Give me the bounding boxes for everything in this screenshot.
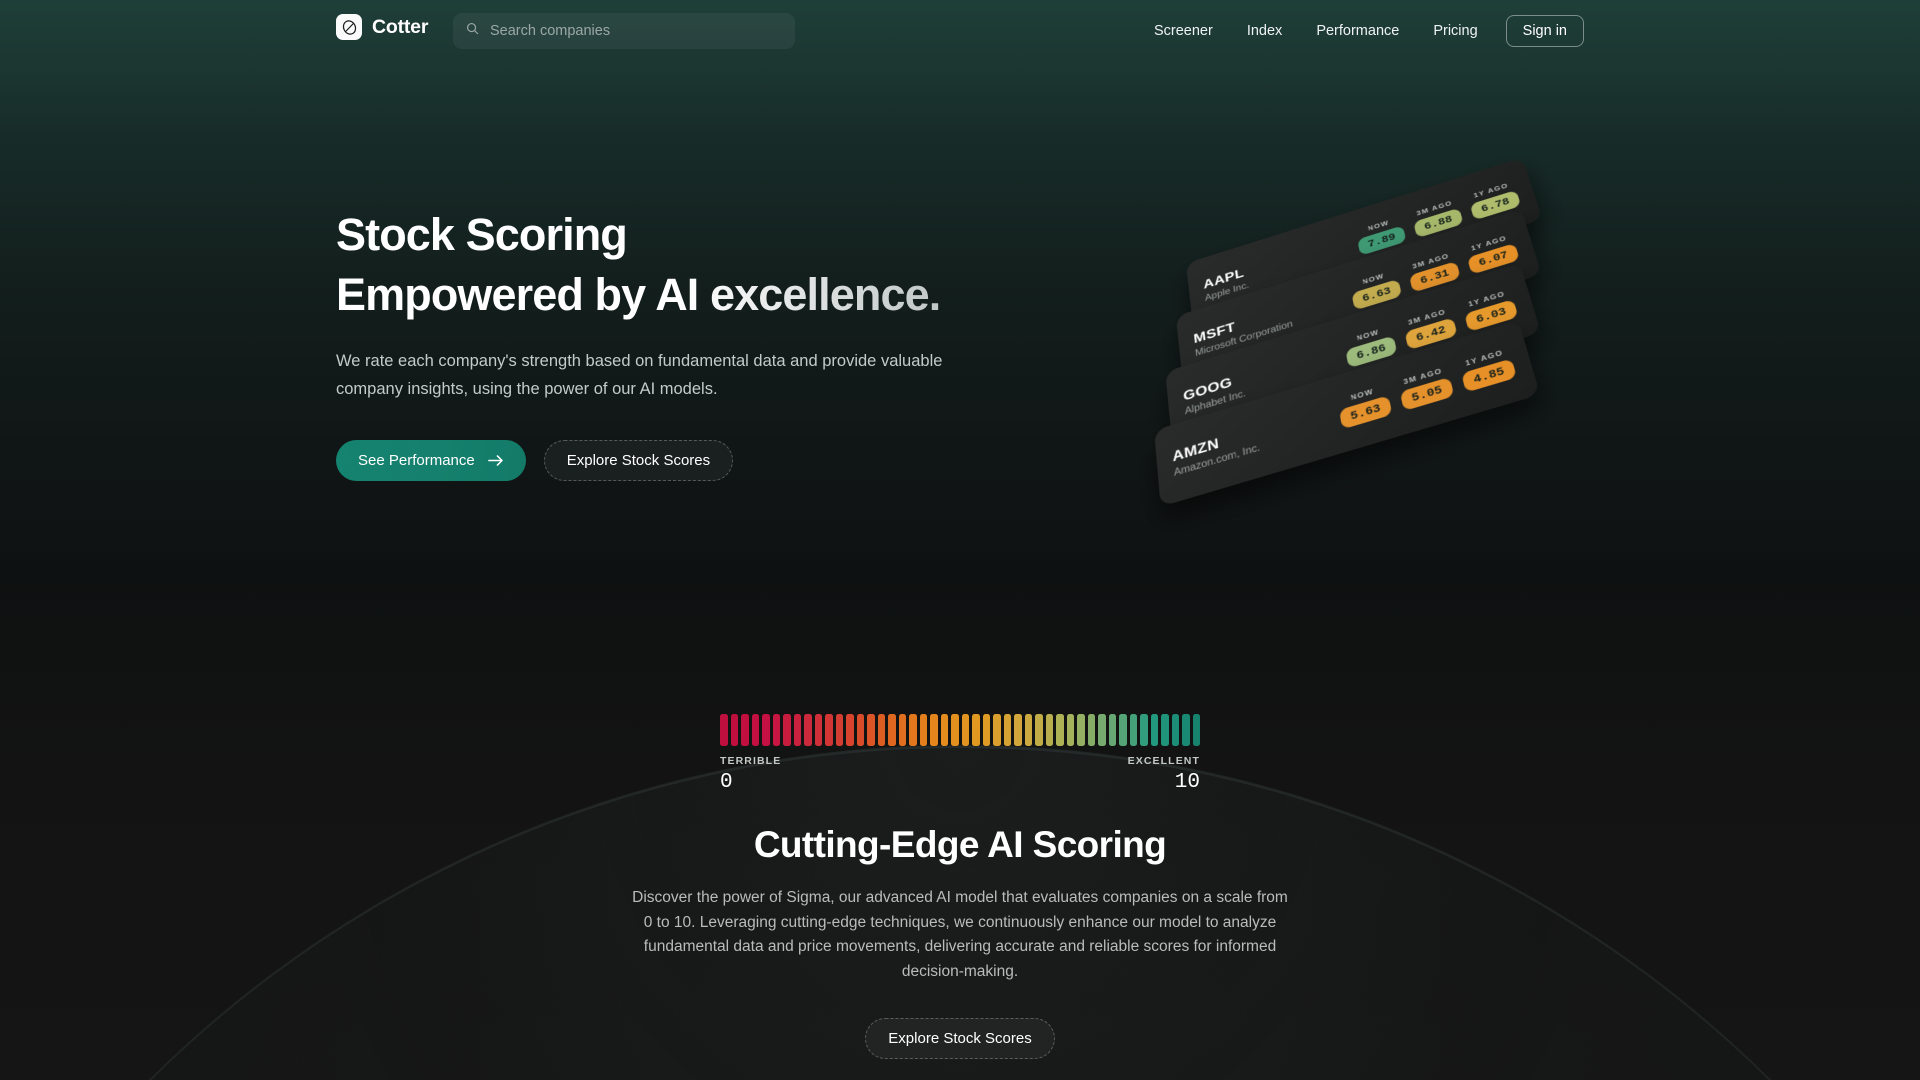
score-scale-labels: TERRIBLE EXCELLENT bbox=[720, 755, 1200, 767]
scale-bar-segment bbox=[804, 714, 812, 746]
scale-bar-segment bbox=[919, 714, 927, 746]
search-input[interactable] bbox=[490, 23, 783, 39]
scale-bar-segment bbox=[1045, 714, 1053, 746]
arrow-right-icon bbox=[487, 454, 504, 467]
scale-bar-segment bbox=[793, 714, 801, 746]
card-score-pill: 5.63 bbox=[1338, 395, 1393, 430]
scale-bar-segment bbox=[762, 714, 770, 746]
explore-stock-scores-button-hero[interactable]: Explore Stock Scores bbox=[543, 440, 734, 481]
stock-score-card-stack: AAPL Apple Inc. NOW 7.89 3M AGO 6.88 1Y AGO 6.7… bbox=[1154, 157, 1640, 507]
scale-bar-segment bbox=[720, 714, 728, 746]
scale-bar-segment bbox=[1066, 714, 1074, 746]
explore-stock-scores-button-section[interactable]: Explore Stock Scores bbox=[865, 1018, 1055, 1059]
cotter-mark-icon bbox=[336, 14, 362, 40]
scale-bar-segment bbox=[1035, 714, 1043, 746]
scale-bar-segment bbox=[877, 714, 885, 746]
section-heading: Cutting-Edge AI Scoring bbox=[753, 824, 1167, 865]
scale-bar-segment bbox=[951, 714, 959, 746]
scale-bar-segment bbox=[909, 714, 917, 746]
scale-bar-segment bbox=[898, 714, 906, 746]
nav-links: Screener Index Performance Pricing Sign … bbox=[1137, 13, 1584, 49]
top-navigation-bar: Cotter Screener Index Performance Pricin… bbox=[0, 0, 1920, 64]
scale-bar-segment bbox=[930, 714, 938, 746]
scale-bar-segment bbox=[783, 714, 791, 746]
score-scale: TERRIBLE EXCELLENT 0 10 bbox=[720, 714, 1200, 794]
card-score-pill: 5.05 bbox=[1399, 376, 1455, 412]
landing-page: Cotter Screener Index Performance Pricin… bbox=[0, 0, 1920, 1080]
scale-bar-segment bbox=[1108, 714, 1116, 746]
card-metric: NOW 6.63 bbox=[1349, 268, 1403, 311]
hero-subtitle: We rate each company's strength based on… bbox=[336, 352, 943, 398]
scale-bar-segment bbox=[730, 714, 738, 746]
scale-bar-segment bbox=[835, 714, 843, 746]
card-metric: NOW 6.86 bbox=[1343, 324, 1398, 369]
search-box[interactable] bbox=[453, 13, 795, 49]
nav-link-pricing[interactable]: Pricing bbox=[1416, 13, 1494, 49]
scale-bar-segment bbox=[825, 714, 833, 746]
scale-bar-segment bbox=[961, 714, 969, 746]
scale-bar-segment bbox=[1161, 714, 1169, 746]
see-performance-label: See Performance bbox=[358, 452, 475, 469]
scale-label-terrible: TERRIBLE bbox=[720, 755, 782, 767]
scale-bar-segment bbox=[1077, 714, 1085, 746]
scale-bar-segment bbox=[1171, 714, 1179, 746]
card-metric-label: 3M AGO bbox=[1402, 366, 1444, 387]
sign-in-button[interactable]: Sign in bbox=[1505, 15, 1584, 47]
brand-name: Cotter bbox=[372, 15, 429, 38]
scale-bar-segment bbox=[741, 714, 749, 746]
section-body: Discover the power of Sigma, our advance… bbox=[632, 889, 1288, 980]
score-scale-bars bbox=[720, 714, 1200, 746]
scale-bar-segment bbox=[982, 714, 990, 746]
scale-bar-segment bbox=[1150, 714, 1158, 746]
scale-bar-segment bbox=[1192, 714, 1200, 746]
scale-bar-segment bbox=[888, 714, 896, 746]
hero-title-line-2: Empowered by AI excellence. bbox=[336, 265, 1056, 325]
score-scale-values: 0 10 bbox=[720, 771, 1200, 794]
scale-bar-segment bbox=[1014, 714, 1022, 746]
scale-bar-segment bbox=[940, 714, 948, 746]
scale-bar-segment bbox=[993, 714, 1001, 746]
nav-link-performance[interactable]: Performance bbox=[1299, 13, 1416, 49]
card-metric: NOW 5.63 bbox=[1337, 383, 1393, 430]
scale-bar-segment bbox=[814, 714, 822, 746]
scale-bar-segment bbox=[972, 714, 980, 746]
scale-bar-segment bbox=[856, 714, 864, 746]
scale-bar-segment bbox=[1098, 714, 1106, 746]
hero-title-line-1: Stock Scoring bbox=[336, 209, 628, 260]
nav-link-screener[interactable]: Screener bbox=[1137, 13, 1230, 49]
scale-bar-segment bbox=[1056, 714, 1064, 746]
card-score-pill: 4.85 bbox=[1461, 358, 1517, 393]
nav-link-index[interactable]: Index bbox=[1230, 13, 1299, 49]
card-metric: 1Y AGO 4.85 bbox=[1458, 346, 1517, 393]
scale-value-min: 0 bbox=[720, 771, 733, 794]
scale-bar-segment bbox=[1024, 714, 1032, 746]
scale-label-excellent: EXCELLENT bbox=[1127, 755, 1200, 767]
scale-bar-segment bbox=[1129, 714, 1137, 746]
scale-value-max: 10 bbox=[1174, 771, 1200, 794]
scale-bar-segment bbox=[1182, 714, 1190, 746]
scale-bar-segment bbox=[867, 714, 875, 746]
page-title: Stock Scoring Empowered by AI excellence… bbox=[336, 205, 1056, 325]
see-performance-button[interactable]: See Performance bbox=[336, 440, 526, 481]
scale-bar-segment bbox=[751, 714, 759, 746]
ai-scoring-section: Cutting-Edge AI Scoring Discover the pow… bbox=[560, 822, 1360, 1059]
search-icon bbox=[465, 21, 480, 41]
card-score-pill: 6.86 bbox=[1345, 335, 1398, 369]
scale-bar-segment bbox=[1003, 714, 1011, 746]
hero-section: Stock Scoring Empowered by AI excellence… bbox=[336, 205, 1056, 481]
scale-bar-segment bbox=[1087, 714, 1095, 746]
brand-logo[interactable]: Cotter bbox=[336, 14, 428, 40]
hero-cta-group: See Performance Explore Stock Scores bbox=[336, 440, 1056, 481]
scale-bar-segment bbox=[1140, 714, 1148, 746]
scale-bar-segment bbox=[772, 714, 780, 746]
card-metric: 3M AGO 5.05 bbox=[1397, 365, 1455, 412]
scale-bar-segment bbox=[1119, 714, 1127, 746]
scale-bar-segment bbox=[846, 714, 854, 746]
